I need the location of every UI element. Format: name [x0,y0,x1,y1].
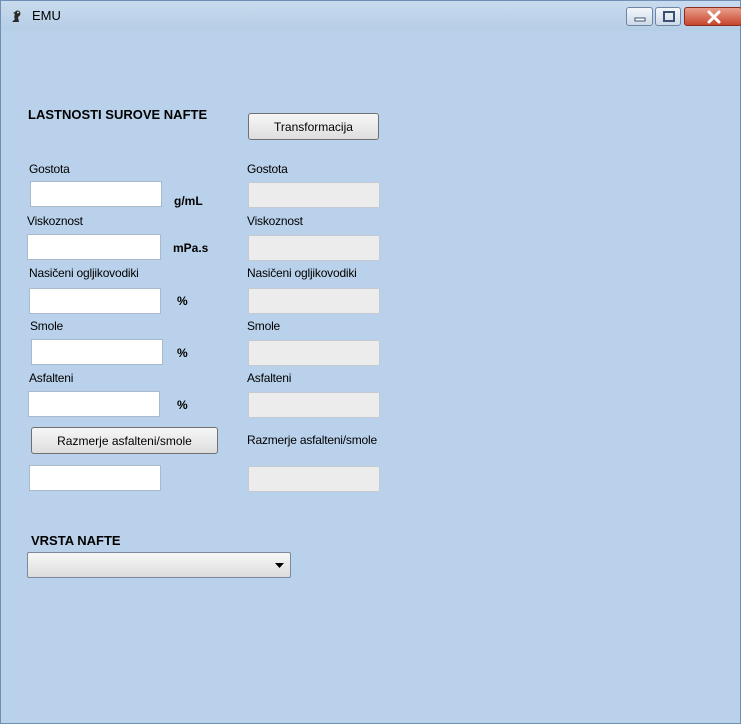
smole-output [248,340,380,366]
viskoznost-unit: mPa.s [173,241,209,255]
asfalteni-output-label: Asfalteni [247,371,292,385]
viskoznost-label: Viskoznost [27,214,83,228]
razmerje-output-label: Razmerje asfalteni/smole [247,433,377,447]
section-heading: LASTNOSTI SUROVE NAFTE [28,107,208,122]
smole-label: Smole [30,319,64,333]
transformacija-button[interactable]: Transformacija [248,113,379,140]
vrsta-nafte-select[interactable] [27,552,291,578]
nasiceni-label: Nasičeni ogljikovodiki [29,266,139,280]
gostota-output [248,182,380,208]
nasiceni-unit: % [177,294,188,308]
close-icon [707,10,721,24]
asfalteni-output [248,392,380,418]
viskoznost-output [248,235,380,261]
razmerje-button[interactable]: Razmerje asfalteni/smole [31,427,218,454]
viskoznost-input[interactable] [27,234,161,260]
gostota-label: Gostota [29,162,70,176]
razmerje-input[interactable] [29,465,161,491]
window-title: EMU [32,8,61,23]
vrsta-nafte-heading: VRSTA NAFTE [31,533,121,548]
minimize-button[interactable] [626,7,653,26]
viskoznost-output-label: Viskoznost [247,214,303,228]
gostota-output-label: Gostota [247,162,288,176]
nasiceni-output-label: Nasičeni ogljikovodiki [247,266,357,280]
smole-input[interactable] [31,339,163,365]
close-button[interactable] [684,7,741,26]
asfalteni-label: Asfalteni [29,371,74,385]
smole-output-label: Smole [247,319,281,333]
maximize-icon [663,11,675,22]
title-bar: EMU [1,1,741,31]
asfalteni-unit: % [177,398,188,412]
app-window: EMU LASTNOSTI SUROVE NAFTE Transformacij… [0,0,741,724]
maximize-button[interactable] [655,7,681,26]
asfalteni-input[interactable] [28,391,160,417]
smole-unit: % [177,346,188,360]
nasiceni-input[interactable] [29,288,161,314]
nasiceni-output [248,288,380,314]
gostota-unit: g/mL [174,194,203,208]
minimize-icon [634,17,646,22]
chevron-down-icon [275,563,284,568]
razmerje-output [248,466,380,492]
app-icon [9,8,25,24]
gostota-input[interactable] [30,181,162,207]
